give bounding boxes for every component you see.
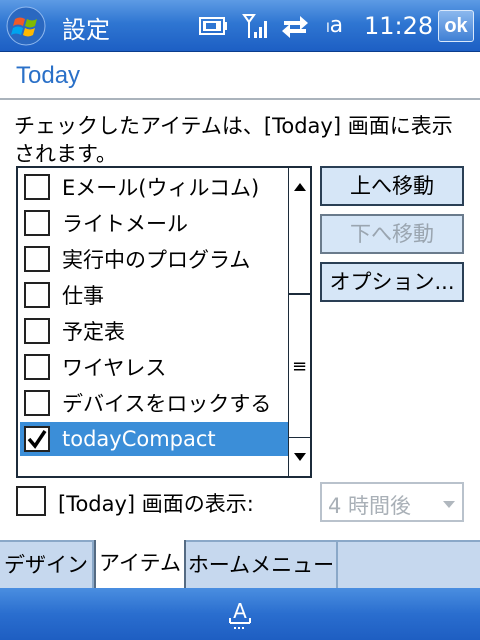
tab-home-menu[interactable]: ホームメニュー	[186, 542, 338, 590]
item-label: デバイスをロックする	[62, 392, 272, 416]
list-item[interactable]: Eメール(ウィルコム)	[20, 170, 290, 204]
list-item[interactable]: ワイヤレス	[20, 350, 290, 384]
item-checkbox[interactable]	[24, 354, 50, 380]
battery-icon[interactable]	[198, 12, 228, 40]
title-bar: 設定 ₗa 11:28 ok	[0, 0, 480, 52]
ime-indicator[interactable]: ₗa	[326, 12, 343, 40]
today-items-list[interactable]: Eメール(ウィルコム) ライトメール 実行中のプログラム 仕事 予定表 ワイヤレ…	[16, 166, 312, 478]
scroll-up-arrow-icon[interactable]	[290, 170, 310, 204]
timeout-value: 4 時間後	[328, 494, 412, 518]
item-checkbox[interactable]	[24, 210, 50, 236]
keyboard-sip-icon[interactable]: A	[222, 596, 258, 634]
list-item[interactable]: 仕事	[20, 278, 290, 312]
item-checkbox-checked[interactable]	[24, 426, 50, 452]
item-checkbox[interactable]	[24, 246, 50, 272]
item-label: ライトメール	[62, 212, 188, 236]
item-label: Eメール(ウィルコム)	[62, 176, 260, 200]
item-checkbox[interactable]	[24, 390, 50, 416]
scroll-track[interactable]	[289, 204, 310, 294]
softkey-bar: A	[0, 588, 480, 640]
item-checkbox[interactable]	[24, 318, 50, 344]
list-item[interactable]: 予定表	[20, 314, 290, 348]
list-item[interactable]: ライトメール	[20, 206, 290, 240]
svg-text:A: A	[233, 599, 247, 623]
item-label: 仕事	[62, 284, 104, 308]
signal-icon[interactable]	[242, 12, 270, 40]
checkmark-icon	[27, 430, 47, 449]
list-item[interactable]: デバイスをロックする	[20, 386, 290, 420]
clock[interactable]: 11:28	[364, 12, 433, 40]
list-item-selected[interactable]: todayCompact	[20, 422, 290, 456]
tab-strip: デザイン アイテム ホームメニュー	[0, 540, 480, 590]
scroll-thumb[interactable]: ≡	[289, 294, 310, 438]
item-label: 実行中のプログラム	[62, 248, 251, 272]
timeout-dropdown[interactable]: 4 時間後	[320, 482, 464, 522]
list-item[interactable]: 実行中のプログラム	[20, 242, 290, 276]
move-down-button[interactable]: 下へ移動	[320, 214, 464, 254]
header-divider	[0, 98, 480, 100]
options-button[interactable]: オプション...	[320, 262, 464, 302]
instructions-text: チェックしたアイテムは、[Today] 画面に表示されます。	[14, 114, 453, 166]
show-today-checkbox[interactable]	[16, 486, 46, 516]
item-label: todayCompact	[62, 427, 216, 451]
tab-items[interactable]: アイテム	[94, 540, 186, 590]
windows-flag-icon[interactable]	[6, 6, 46, 46]
scroll-down-arrow-icon[interactable]	[290, 440, 310, 474]
item-label: 予定表	[62, 320, 125, 344]
sync-arrows-icon[interactable]	[280, 12, 310, 40]
item-label: ワイヤレス	[62, 356, 167, 380]
item-checkbox[interactable]	[24, 282, 50, 308]
page-title: Today	[16, 62, 81, 89]
list-scrollbar[interactable]: ≡	[288, 168, 310, 476]
ok-button[interactable]: ok	[438, 10, 474, 42]
chevron-down-icon	[443, 501, 455, 508]
show-today-label: [Today] 画面の表示:	[58, 492, 254, 516]
window-title: 設定	[62, 16, 110, 44]
item-checkbox[interactable]	[24, 174, 50, 200]
move-up-button[interactable]: 上へ移動	[320, 166, 464, 206]
tab-design[interactable]: デザイン	[0, 542, 94, 590]
